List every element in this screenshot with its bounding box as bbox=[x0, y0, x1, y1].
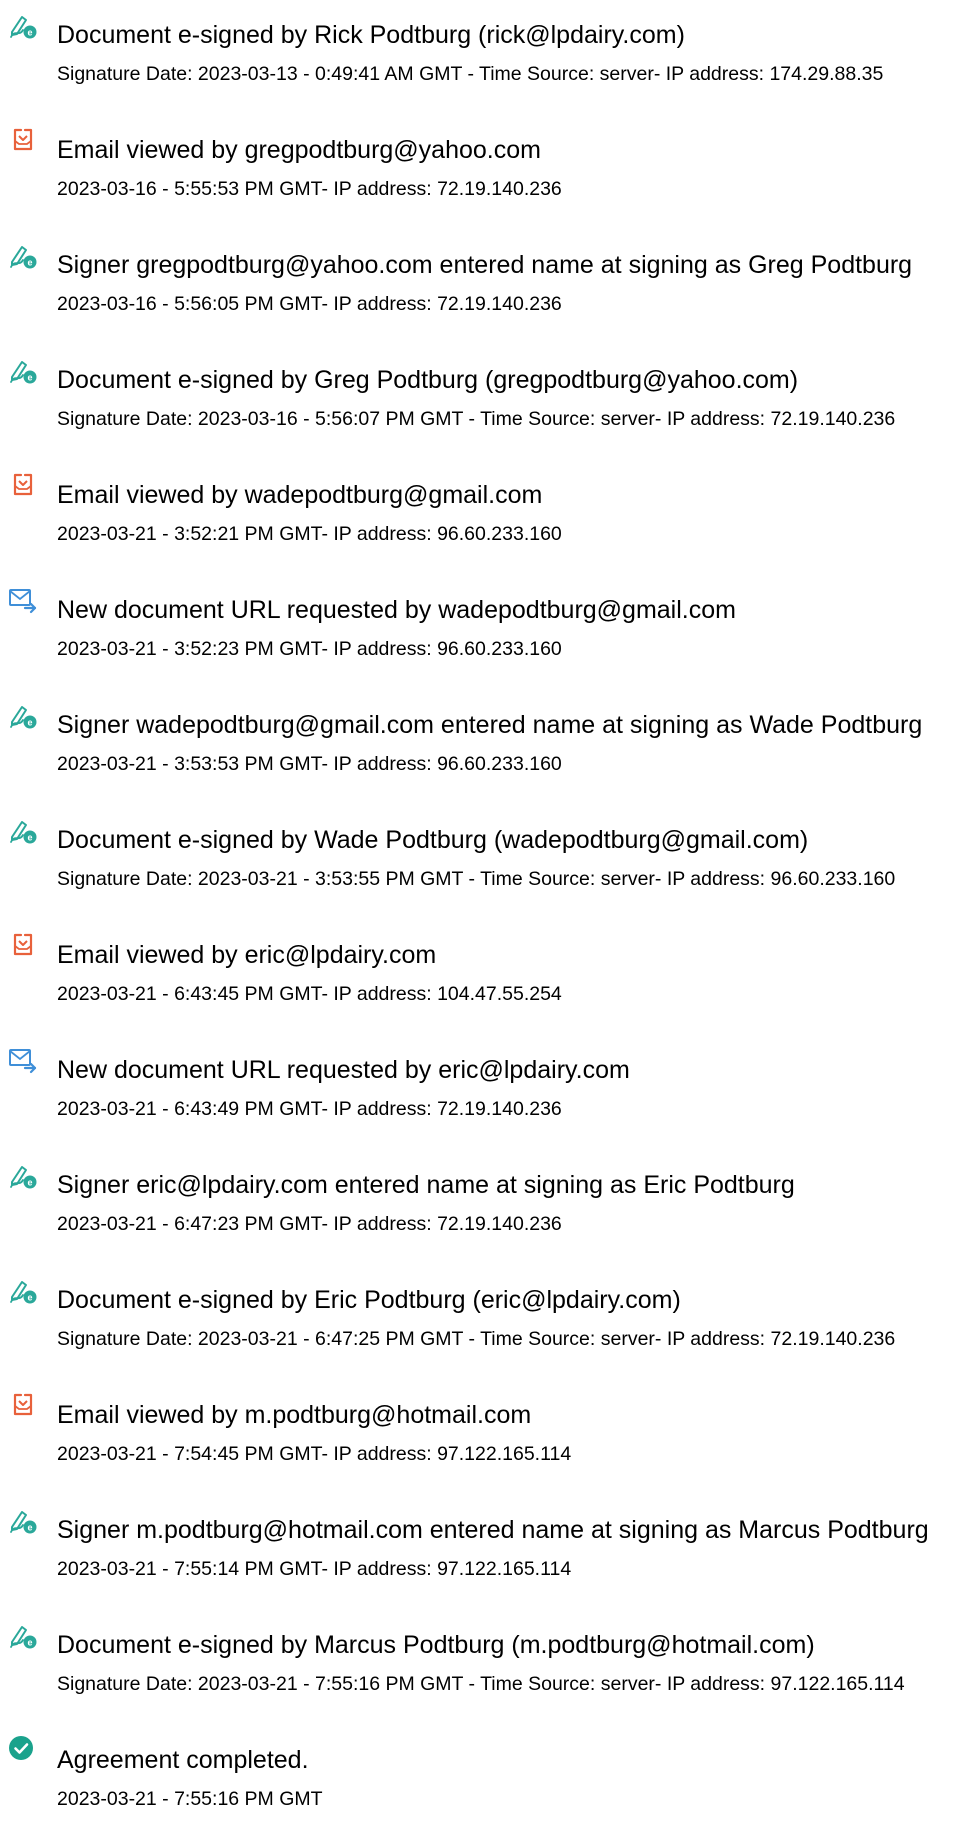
audit-event: e Document e-signed by Rick Podtburg (ri… bbox=[0, 10, 978, 110]
email-viewed-icon bbox=[8, 125, 38, 155]
audit-event: New document URL requested by wadepodtbu… bbox=[0, 585, 978, 685]
esign-icon: e bbox=[8, 1505, 38, 1535]
event-title: New document URL requested by wadepodtbu… bbox=[57, 596, 736, 624]
esign-icon: e bbox=[8, 240, 38, 270]
audit-event: e Document e-signed by Marcus Podtburg (… bbox=[0, 1620, 978, 1720]
event-detail: Signature Date: 2023-03-21 - 6:47:25 PM … bbox=[57, 1328, 896, 1350]
event-detail: Signature Date: 2023-03-21 - 3:53:55 PM … bbox=[57, 868, 896, 890]
url-request-icon bbox=[8, 585, 38, 615]
event-title: Email viewed by wadepodtburg@gmail.com bbox=[57, 481, 543, 509]
event-title: Document e-signed by Wade Podtburg (wade… bbox=[57, 826, 809, 854]
svg-text:e: e bbox=[27, 1523, 32, 1533]
email-viewed-icon bbox=[8, 1390, 38, 1420]
event-title: Agreement completed. bbox=[57, 1746, 309, 1774]
esign-icon: e bbox=[8, 700, 38, 730]
event-title: Signer eric@lpdairy.com entered name at … bbox=[57, 1171, 795, 1199]
svg-text:e: e bbox=[27, 258, 32, 268]
event-title: Signer wadepodtburg@gmail.com entered na… bbox=[57, 711, 923, 739]
event-title: New document URL requested by eric@lpdai… bbox=[57, 1056, 630, 1084]
audit-event: e Document e-signed by Eric Podtburg (er… bbox=[0, 1275, 978, 1375]
event-detail: Signature Date: 2023-03-13 - 0:49:41 AM … bbox=[57, 63, 884, 85]
event-detail: 2023-03-21 - 7:55:14 PM GMT- IP address:… bbox=[57, 1558, 572, 1580]
svg-text:e: e bbox=[27, 1638, 32, 1648]
event-detail: 2023-03-21 - 3:52:21 PM GMT- IP address:… bbox=[57, 523, 562, 545]
svg-text:e: e bbox=[27, 718, 32, 728]
audit-event: e Signer m.podtburg@hotmail.com entered … bbox=[0, 1505, 978, 1605]
email-viewed-icon bbox=[8, 930, 38, 960]
esign-icon: e bbox=[8, 10, 38, 40]
audit-event: e Signer wadepodtburg@gmail.com entered … bbox=[0, 700, 978, 800]
svg-text:e: e bbox=[27, 1178, 32, 1188]
esign-icon: e bbox=[8, 1620, 38, 1650]
url-request-icon bbox=[8, 1045, 38, 1075]
svg-text:e: e bbox=[27, 1293, 32, 1303]
event-detail: Signature Date: 2023-03-21 - 7:55:16 PM … bbox=[57, 1673, 905, 1695]
svg-text:e: e bbox=[27, 833, 32, 843]
checkmark-icon bbox=[8, 1735, 38, 1765]
event-detail: 2023-03-21 - 7:54:45 PM GMT- IP address:… bbox=[57, 1443, 572, 1465]
audit-event: e Document e-signed by Wade Podtburg (wa… bbox=[0, 815, 978, 915]
event-detail: 2023-03-21 - 6:43:49 PM GMT- IP address:… bbox=[57, 1098, 562, 1120]
esign-icon: e bbox=[8, 355, 38, 385]
event-title: Document e-signed by Rick Podtburg (rick… bbox=[57, 21, 685, 49]
event-detail: 2023-03-16 - 5:56:05 PM GMT- IP address:… bbox=[57, 293, 562, 315]
event-detail: 2023-03-21 - 6:43:45 PM GMT- IP address:… bbox=[57, 983, 562, 1005]
audit-event: Agreement completed. 2023-03-21 - 7:55:1… bbox=[0, 1735, 978, 1835]
audit-event: e Signer gregpodtburg@yahoo.com entered … bbox=[0, 240, 978, 340]
event-title: Signer m.podtburg@hotmail.com entered na… bbox=[57, 1516, 929, 1544]
audit-event: e Signer eric@lpdairy.com entered name a… bbox=[0, 1160, 978, 1260]
event-detail: 2023-03-16 - 5:55:53 PM GMT- IP address:… bbox=[57, 178, 562, 200]
audit-event: Email viewed by gregpodtburg@yahoo.com 2… bbox=[0, 125, 978, 225]
svg-text:e: e bbox=[27, 373, 32, 383]
audit-event: New document URL requested by eric@lpdai… bbox=[0, 1045, 978, 1145]
event-title: Email viewed by gregpodtburg@yahoo.com bbox=[57, 136, 541, 164]
esign-icon: e bbox=[8, 815, 38, 845]
audit-event: e Document e-signed by Greg Podtburg (gr… bbox=[0, 355, 978, 455]
esign-icon: e bbox=[8, 1160, 38, 1190]
svg-text:e: e bbox=[27, 28, 32, 38]
event-detail: 2023-03-21 - 6:47:23 PM GMT- IP address:… bbox=[57, 1213, 562, 1235]
event-title: Document e-signed by Eric Podtburg (eric… bbox=[57, 1286, 681, 1314]
email-viewed-icon bbox=[8, 470, 38, 500]
event-title: Email viewed by m.podtburg@hotmail.com bbox=[57, 1401, 532, 1429]
audit-event: Email viewed by eric@lpdairy.com 2023-03… bbox=[0, 930, 978, 1030]
esign-icon: e bbox=[8, 1275, 38, 1305]
event-title: Document e-signed by Greg Podtburg (greg… bbox=[57, 366, 799, 394]
event-title: Document e-signed by Marcus Podtburg (m.… bbox=[57, 1631, 815, 1659]
event-title: Signer gregpodtburg@yahoo.com entered na… bbox=[57, 251, 913, 279]
event-detail: Signature Date: 2023-03-16 - 5:56:07 PM … bbox=[57, 408, 896, 430]
event-detail: 2023-03-21 - 3:53:53 PM GMT- IP address:… bbox=[57, 753, 562, 775]
event-title: Email viewed by eric@lpdairy.com bbox=[57, 941, 437, 969]
audit-event: Email viewed by m.podtburg@hotmail.com 2… bbox=[0, 1390, 978, 1490]
event-detail: 2023-03-21 - 3:52:23 PM GMT- IP address:… bbox=[57, 638, 562, 660]
audit-event: Email viewed by wadepodtburg@gmail.com 2… bbox=[0, 470, 978, 570]
event-detail: 2023-03-21 - 7:55:16 PM GMT bbox=[57, 1788, 323, 1810]
